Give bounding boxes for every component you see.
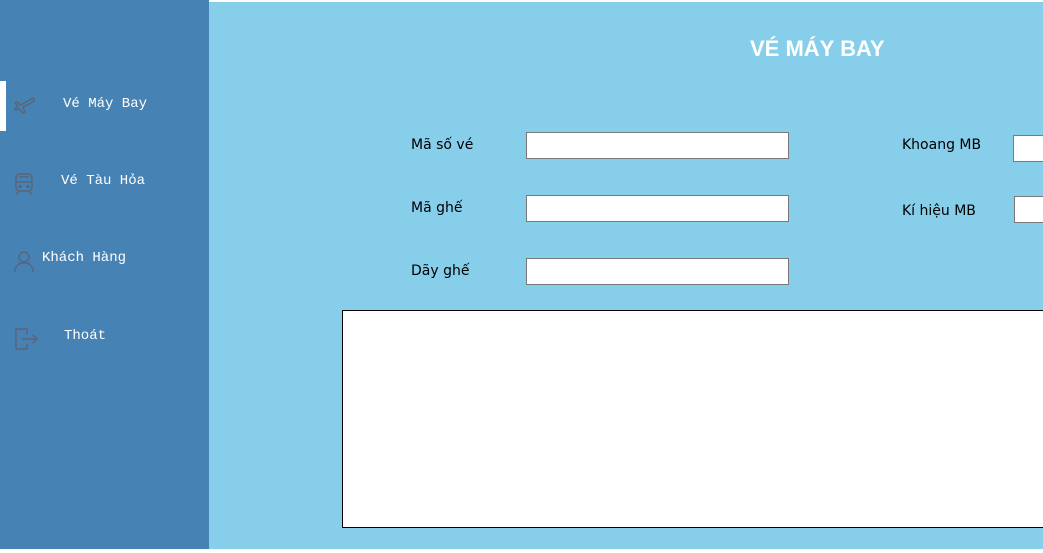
sidebar-item-thoat[interactable]: Thoát (0, 313, 209, 363)
sidebar-item-label: Khách Hàng (42, 250, 127, 266)
sidebar-item-khach-hang[interactable]: Khách Hàng (0, 235, 209, 285)
page-title: VÉ MÁY BAY (750, 36, 885, 61)
ticket-id-label: Mã số vé (411, 137, 474, 153)
sidebar-item-ve-tau-hoa[interactable]: Vé Tàu Hỏa (0, 158, 209, 208)
sidebar-item-ve-may-bay[interactable]: Vé Máy Bay (0, 81, 209, 131)
sidebar-item-label: Vé Máy Bay (63, 96, 148, 112)
data-grid[interactable] (342, 310, 1043, 528)
ticket-id-input[interactable] (526, 132, 789, 159)
active-indicator (0, 81, 6, 131)
main-panel: VÉ MÁY BAY Mã số vé Mã ghế Dãy ghế Khoan… (209, 2, 1043, 551)
cabin-input[interactable] (1013, 135, 1043, 162)
sidebar: Vé Máy Bay Vé Tàu Hỏa Khách Hàng Thoát (0, 0, 209, 553)
seat-id-label: Mã ghế (411, 200, 463, 216)
sidebar-item-label: Thoát (64, 328, 107, 344)
aircraft-code-label: Kí hiệu MB (902, 203, 976, 219)
cabin-label: Khoang MB (902, 137, 982, 153)
airplane-icon (12, 94, 38, 120)
bottom-edge (0, 549, 1043, 553)
exit-icon (13, 326, 39, 352)
sidebar-item-label: Vé Tàu Hỏa (61, 173, 146, 189)
aircraft-code-input[interactable] (1014, 196, 1043, 223)
train-icon (11, 171, 37, 197)
seat-row-input[interactable] (526, 258, 789, 285)
seat-id-input[interactable] (526, 195, 789, 222)
seat-row-label: Dãy ghế (411, 263, 470, 279)
user-icon (11, 248, 37, 274)
